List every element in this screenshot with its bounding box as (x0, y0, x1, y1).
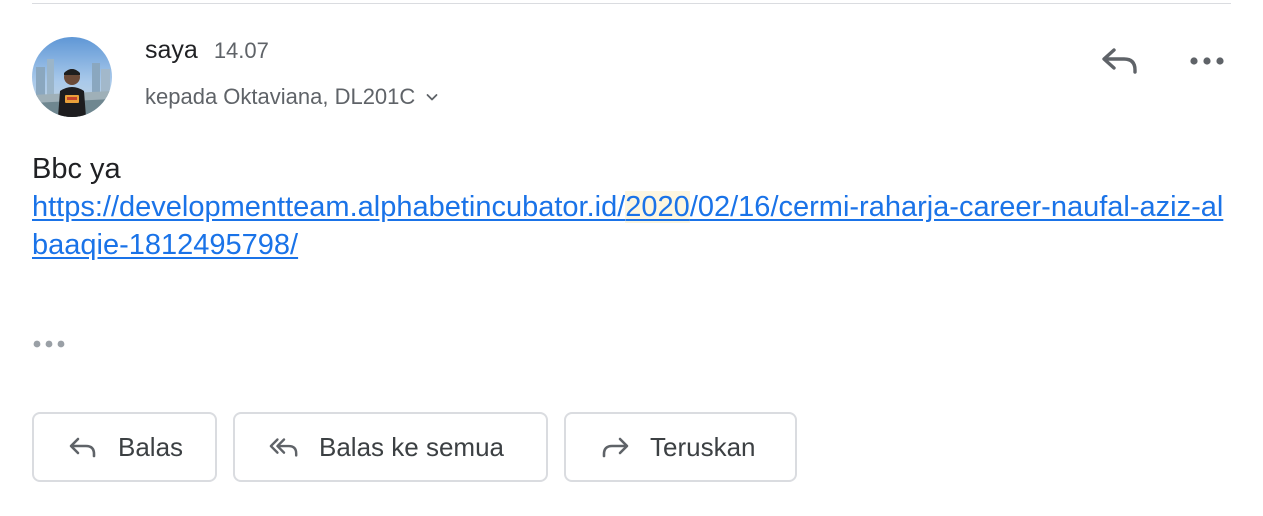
avatar-photo (32, 37, 112, 117)
forward-icon (600, 432, 630, 462)
send-time: 14.07 (213, 38, 269, 63)
forward-label: Teruskan (650, 431, 756, 462)
recipient-details-toggle[interactable]: kepada Oktaviana, DL201C (145, 84, 439, 110)
reply-button[interactable]: Balas (32, 412, 217, 482)
reply-icon (1100, 44, 1140, 81)
reply-all-button[interactable]: Balas ke semua (233, 412, 548, 482)
reply-icon (68, 432, 98, 462)
message-text: Bbc ya (32, 153, 121, 185)
reply-button-top[interactable] (1098, 42, 1142, 82)
sender-name: saya (145, 36, 198, 64)
more-horizontal-icon (32, 336, 68, 354)
recipient-list: kepada Oktaviana, DL201C (145, 84, 416, 109)
sender-line: saya 14.07 (145, 36, 269, 66)
top-divider (32, 3, 1231, 4)
chevron-down-icon (425, 90, 439, 104)
reply-label: Balas (118, 431, 184, 462)
link-part-1: https://developmentteam.alphabetincubato… (32, 191, 626, 223)
forward-button[interactable]: Teruskan (564, 412, 797, 482)
reply-all-icon (269, 432, 299, 462)
reply-all-label: Balas ke semua (319, 431, 504, 462)
link-highlighted-part: 2020 (625, 191, 690, 223)
message-link[interactable]: https://developmentteam.alphabetincubato… (32, 191, 1223, 261)
more-horizontal-icon (1189, 53, 1225, 71)
more-options-button[interactable] (1185, 42, 1229, 82)
message-body: Bbc ya https://developmentteam.alphabeti… (32, 150, 1232, 264)
show-trimmed-content-button[interactable] (32, 332, 72, 358)
avatar[interactable] (32, 37, 112, 117)
